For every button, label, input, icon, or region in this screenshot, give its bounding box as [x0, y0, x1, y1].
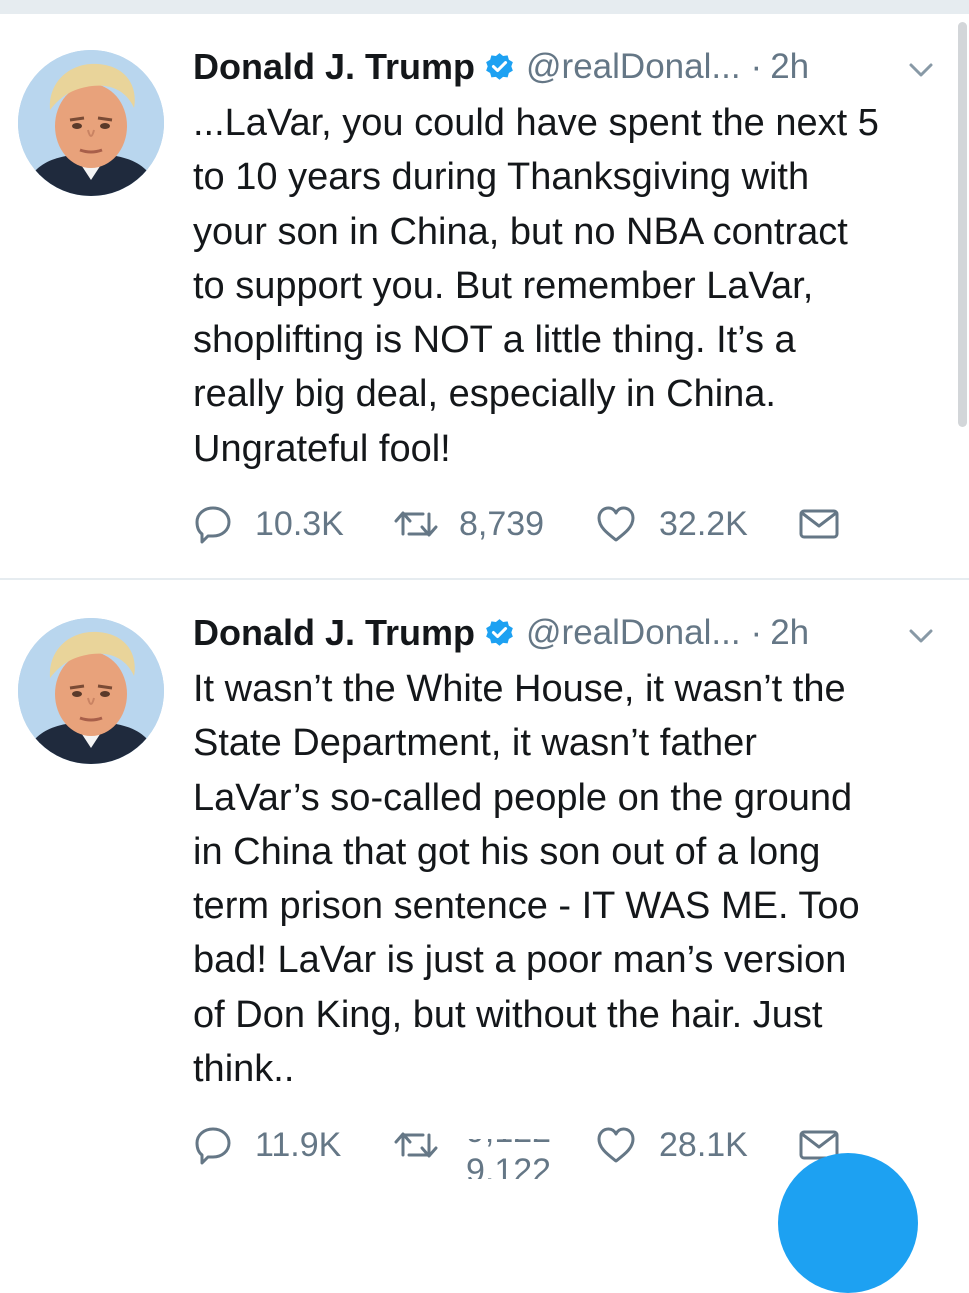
- retweet-count-animating: 9,122 9,122: [466, 1139, 556, 1179]
- reply-count: 11.9K: [255, 1125, 342, 1164]
- like-icon: [595, 504, 637, 544]
- reply-button[interactable]: 10.3K: [193, 499, 344, 549]
- user-handle[interactable]: @realDonal...: [526, 613, 741, 653]
- verified-icon: [483, 51, 516, 84]
- chevron-down-icon[interactable]: [908, 628, 934, 644]
- reply-count: 10.3K: [255, 504, 344, 543]
- tweet-text: It wasn’t the White House, it wasn’t the…: [193, 668, 860, 1091]
- separator-dot: ·: [750, 47, 763, 86]
- display-name[interactable]: Donald J. Trump: [193, 612, 475, 654]
- chevron-down-icon[interactable]: [908, 62, 934, 78]
- like-count: 32.2K: [659, 504, 748, 543]
- verified-icon: [483, 617, 516, 650]
- message-icon: [797, 504, 841, 544]
- scrollbar[interactable]: [958, 22, 967, 427]
- reply-icon: [193, 504, 233, 544]
- avatar[interactable]: [18, 50, 164, 196]
- tweet-text: ...LaVar, you could have spent the next …: [193, 102, 879, 470]
- retweet-button[interactable]: [393, 1120, 439, 1170]
- reply-icon: [193, 1125, 233, 1165]
- display-name[interactable]: Donald J. Trump: [193, 46, 475, 88]
- user-handle[interactable]: @realDonal...: [526, 47, 741, 87]
- reply-button[interactable]: 11.9K: [193, 1120, 341, 1170]
- tweet-header: Donald J. Trump @realDonal... · 2h: [193, 44, 809, 90]
- separator-dot: ·: [750, 613, 763, 652]
- tweet[interactable]: Donald J. Trump @realDonal... · 2h It wa…: [0, 580, 969, 1200]
- tweet[interactable]: Donald J. Trump @realDonal... · 2h ...La…: [0, 14, 969, 579]
- avatar[interactable]: [18, 618, 164, 764]
- like-button[interactable]: 32.2K: [595, 499, 748, 549]
- tweet-header: Donald J. Trump @realDonal... · 2h: [193, 610, 809, 656]
- top-strip: [0, 0, 969, 14]
- timestamp[interactable]: 2h: [770, 613, 809, 653]
- timestamp[interactable]: 2h: [770, 47, 809, 87]
- compose-tweet-button[interactable]: [778, 1153, 918, 1293]
- like-button[interactable]: 28.1K: [595, 1120, 748, 1170]
- tweet-actions: 10.3K 8,739 32.2K: [193, 499, 873, 549]
- retweet-button[interactable]: 8,739: [393, 499, 544, 549]
- message-button[interactable]: [797, 499, 841, 549]
- retweet-icon: [393, 504, 439, 544]
- like-count: 28.1K: [659, 1125, 748, 1164]
- retweet-icon: [393, 1125, 439, 1165]
- retweet-count: 8,739: [459, 504, 545, 543]
- like-icon: [595, 1125, 637, 1165]
- retweet-count-previous: 9,122: [466, 1139, 551, 1151]
- retweet-count-next: 9,122: [466, 1152, 552, 1179]
